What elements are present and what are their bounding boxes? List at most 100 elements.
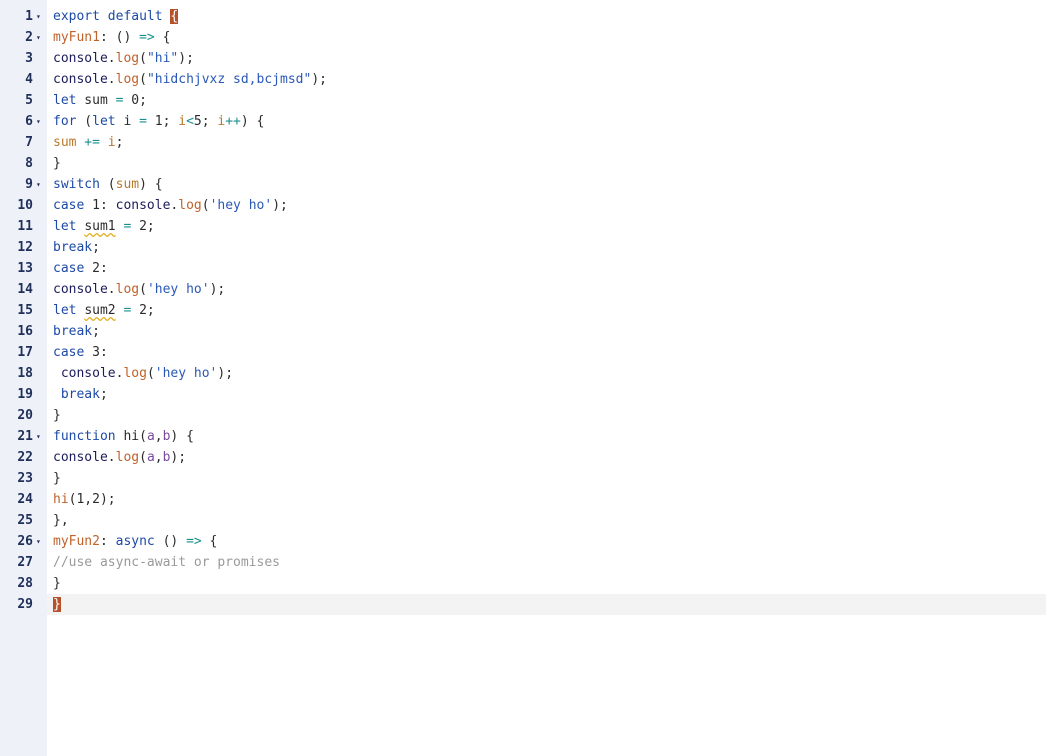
code-line[interactable]: } xyxy=(47,573,1046,594)
code-line[interactable]: myFun1: () => { xyxy=(47,27,1046,48)
code-line[interactable]: export default { xyxy=(47,6,1046,27)
line-number: 18 xyxy=(17,366,33,381)
code-token: let xyxy=(53,303,77,318)
code-token: async xyxy=(115,534,155,549)
code-token: ); xyxy=(178,51,194,66)
code-area[interactable]: export default {myFun1: () => {console.l… xyxy=(47,0,1046,756)
code-token: console xyxy=(53,51,108,66)
code-line[interactable]: }, xyxy=(47,510,1046,531)
fold-toggle-icon[interactable]: ▾ xyxy=(36,426,46,447)
code-token: } xyxy=(53,408,61,423)
code-line[interactable]: let sum1 = 2; xyxy=(47,216,1046,237)
line-number: 4 xyxy=(25,72,33,87)
code-line[interactable]: } xyxy=(47,405,1046,426)
code-line-text: sum += i; xyxy=(53,132,123,153)
line-number: 8 xyxy=(25,156,33,171)
code-line[interactable]: for (let i = 1; i<5; i++) { xyxy=(47,111,1046,132)
line-number: 12 xyxy=(17,240,33,255)
code-line-text: let sum = 0; xyxy=(53,90,147,111)
code-token: ) { xyxy=(170,429,194,444)
code-line[interactable]: switch (sum) { xyxy=(47,174,1046,195)
code-line[interactable]: //use async-await or promises xyxy=(47,552,1046,573)
code-token: hi xyxy=(115,429,140,444)
code-line[interactable]: let sum = 0; xyxy=(47,90,1046,111)
code-token: console xyxy=(115,198,171,213)
code-token: i xyxy=(178,114,187,129)
code-line[interactable]: console.log(a,b); xyxy=(47,447,1046,468)
code-editor[interactable]: 1 ▾ 2 ▾ 3 4 5 6 ▾ 7 8 9 ▾ 10 11 12 13 14 15 16 17 18 19 20 21 ▾ 22… xyxy=(0,0,1046,756)
code-token: log xyxy=(115,282,140,297)
code-line[interactable]: let sum2 = 2; xyxy=(47,300,1046,321)
code-line[interactable]: console.log('hey ho'); xyxy=(47,363,1046,384)
code-token: (1,2); xyxy=(68,492,116,507)
code-line[interactable]: break; xyxy=(47,237,1046,258)
code-line[interactable]: } xyxy=(47,468,1046,489)
fold-toggle-icon[interactable]: ▾ xyxy=(36,111,46,132)
active-code-line[interactable]: } xyxy=(47,594,1046,615)
fold-toggle-icon[interactable]: ▾ xyxy=(36,174,46,195)
code-token: } xyxy=(53,156,61,171)
fold-toggle-icon[interactable]: ▾ xyxy=(36,27,46,48)
fold-toggle-icon[interactable]: ▾ xyxy=(36,531,46,552)
code-line-text: export default { xyxy=(53,6,179,27)
line-number: 29 xyxy=(17,597,33,612)
code-token: ; xyxy=(115,135,124,150)
code-line[interactable]: console.log('hey ho'); xyxy=(47,279,1046,300)
code-line-text: } xyxy=(53,573,61,594)
code-token: . xyxy=(107,282,116,297)
code-line[interactable]: function hi(a,b) { xyxy=(47,426,1046,447)
code-line[interactable]: break; xyxy=(47,321,1046,342)
code-line[interactable]: myFun2: async () => { xyxy=(47,531,1046,552)
code-line[interactable]: } xyxy=(47,153,1046,174)
code-token: ); xyxy=(209,282,226,297)
fold-toggle-icon[interactable]: ▾ xyxy=(36,6,46,27)
code-token: sum xyxy=(115,177,140,192)
code-token: myFun1 xyxy=(53,30,100,45)
line-number: 23 xyxy=(17,471,33,486)
code-line[interactable]: console.log("hi"); xyxy=(47,48,1046,69)
code-line[interactable]: console.log("hidchjvxz sd,bcjmsd"); xyxy=(47,69,1046,90)
code-line[interactable]: break; xyxy=(47,384,1046,405)
code-token: 2; xyxy=(131,219,155,234)
line-number: 21 xyxy=(17,429,33,444)
code-line-text: case 3: xyxy=(53,342,108,363)
code-token: "hidchjvxz sd,bcjmsd" xyxy=(146,72,312,87)
code-token: { xyxy=(201,534,218,549)
code-line-text: switch (sum) { xyxy=(53,174,163,195)
code-token: log xyxy=(115,450,140,465)
code-token: hi xyxy=(53,492,69,507)
code-token: sum xyxy=(53,135,77,150)
code-token: //use async-await or promises xyxy=(53,555,280,570)
code-token: 3: xyxy=(84,345,108,360)
code-token: ; xyxy=(92,240,100,255)
line-number: 11 xyxy=(17,219,33,234)
code-token: 1; xyxy=(146,114,179,129)
code-line-text: myFun1: () => { xyxy=(53,27,170,48)
code-token: a xyxy=(146,429,155,444)
code-token: log xyxy=(115,51,140,66)
line-number: 15 xyxy=(17,303,33,318)
code-token: ( xyxy=(139,429,147,444)
line-number: 24 xyxy=(17,492,33,507)
code-line[interactable]: case 3: xyxy=(47,342,1046,363)
code-line[interactable]: sum += i; xyxy=(47,132,1046,153)
code-token: : xyxy=(99,534,116,549)
code-line-text: let sum2 = 2; xyxy=(53,300,155,321)
code-token: . xyxy=(107,72,116,87)
code-line[interactable]: hi(1,2); xyxy=(47,489,1046,510)
code-token: { xyxy=(170,9,179,24)
code-token: i xyxy=(115,114,140,129)
code-line[interactable]: case 1: console.log('hey ho'); xyxy=(47,195,1046,216)
code-line[interactable]: case 2: xyxy=(47,258,1046,279)
code-line-text: } xyxy=(53,153,61,174)
code-token: ( xyxy=(139,72,147,87)
code-token: log xyxy=(115,72,140,87)
code-token: export default xyxy=(53,9,171,24)
line-number: 7 xyxy=(25,135,33,150)
code-token: myFun2 xyxy=(53,534,100,549)
line-number: 10 xyxy=(17,198,33,213)
code-token: ); xyxy=(170,450,187,465)
line-number: 28 xyxy=(17,576,33,591)
